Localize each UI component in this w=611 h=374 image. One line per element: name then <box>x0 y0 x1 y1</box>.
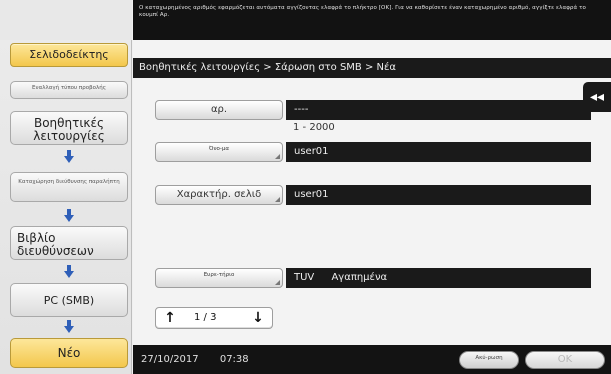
corner-icon <box>275 154 280 159</box>
number-button[interactable]: αρ. <box>155 100 283 120</box>
pager: ↑ 1 / 3 ↓ <box>155 307 273 329</box>
arrow-down-icon <box>64 320 74 333</box>
name-button[interactable]: Όνο-μα <box>155 142 283 162</box>
time: 07:38 <box>219 354 249 365</box>
search-index-label: Ευρε-τήριο <box>203 272 235 278</box>
index-button[interactable]: Χαρακτήρ. σελιδ <box>155 185 283 205</box>
status-bar: 27/10/2017 07:38 Ακύ-ρωση OK <box>133 345 611 374</box>
arrow-down-icon <box>64 265 74 278</box>
utility-button[interactable]: Βοηθητικές λειτουργίες <box>10 111 128 145</box>
page-indicator: 1 / 3 <box>194 312 217 323</box>
index-field[interactable]: user01 <box>286 185 591 205</box>
cancel-button[interactable]: Ακύ-ρωση <box>459 351 519 369</box>
switch-display-button[interactable]: Εναλλαγή τύπου προβολής <box>10 81 128 99</box>
page-title: Βοηθητικές λειτουργίες > Σάρωση στο SMB … <box>133 58 611 78</box>
number-field[interactable]: ---- <box>286 100 591 120</box>
search-index-field[interactable]: TUV Αγαπημένα <box>286 268 591 288</box>
address-book-button[interactable]: Βιβλίο διευθύνσεων <box>10 226 128 260</box>
bookmark-button[interactable]: Σελιδοδείκτης <box>10 43 128 67</box>
registration-button[interactable]: Καταχώρηση διεύθυνσης παραλήπτη <box>10 172 128 202</box>
left-top-spacer <box>0 0 132 40</box>
left-panel: Σελιδοδείκτης Εναλλαγή τύπου προβολής Βο… <box>0 0 132 374</box>
corner-icon <box>275 197 280 202</box>
index-label: Χαρακτήρ. σελιδ <box>176 189 262 200</box>
new-button[interactable]: Νέο <box>10 338 128 368</box>
arrow-down-icon <box>64 150 74 163</box>
main-panel: Βοηθητικές λειτουργίες > Σάρωση στο SMB … <box>133 40 611 345</box>
message-bar: Ο καταχωρημένος αριθμός εφαρμόζεται αυτό… <box>133 0 611 40</box>
page-up-button[interactable]: ↑ <box>158 309 182 327</box>
search-index-value: TUV <box>294 272 315 283</box>
corner-icon <box>275 280 280 285</box>
datetime: 27/10/2017 07:38 <box>141 354 249 365</box>
ok-button[interactable]: OK <box>525 351 605 369</box>
range-hint: 1 - 2000 <box>293 122 335 133</box>
date: 27/10/2017 <box>141 354 199 365</box>
arrow-down-icon <box>64 209 74 222</box>
page-down-button[interactable]: ↓ <box>246 309 270 327</box>
name-field[interactable]: user01 <box>286 142 591 162</box>
pc-smb-button[interactable]: PC (SMB) <box>10 283 128 317</box>
search-index-button[interactable]: Ευρε-τήριο <box>155 268 283 288</box>
name-label: Όνο-μα <box>208 146 229 152</box>
favorite-label: Αγαπημένα <box>331 272 388 283</box>
number-label: αρ. <box>210 104 228 115</box>
